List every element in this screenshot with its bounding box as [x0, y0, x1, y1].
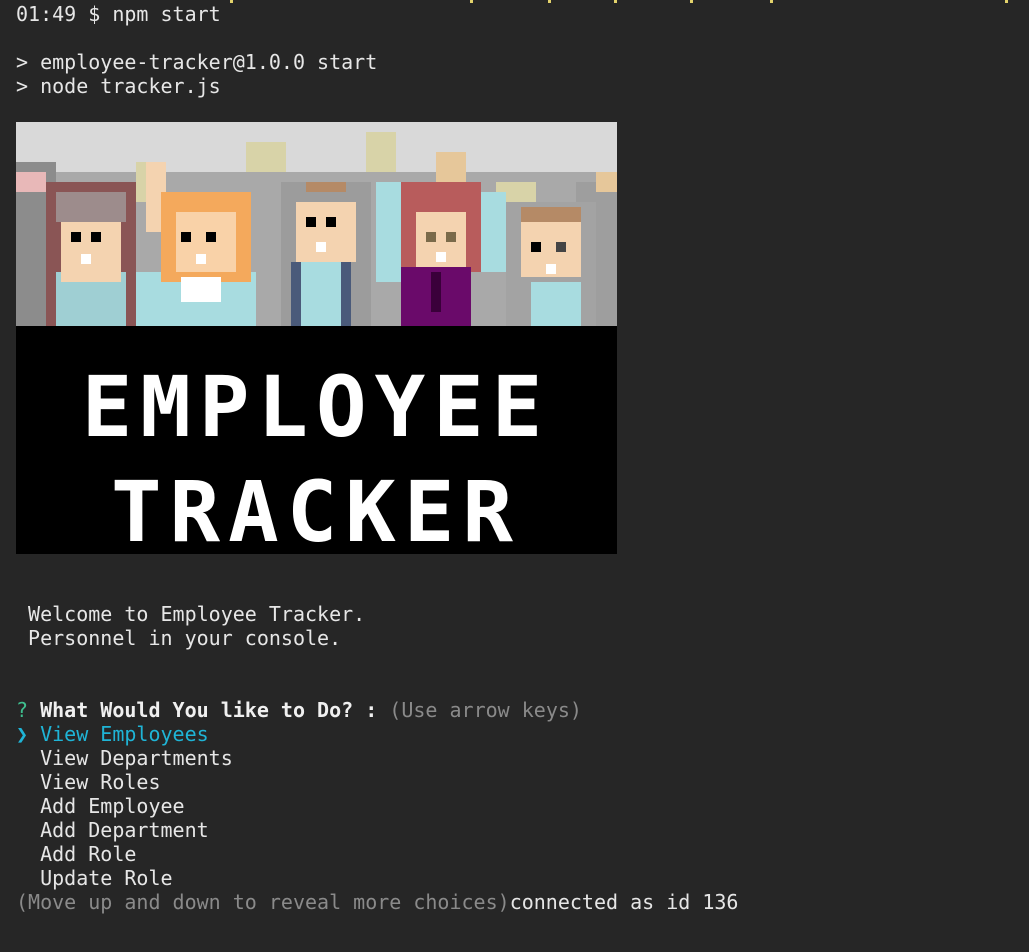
menu-item-label: View Departments [40, 746, 233, 770]
npm-output-line-1: > employee-tracker@1.0.0 start [16, 50, 378, 74]
menu-item-label: Add Role [40, 842, 137, 866]
person-1 [46, 182, 136, 326]
menu-item-label: Add Employee [40, 794, 185, 818]
npm-output-line-2: > node tracker.js [16, 74, 221, 98]
menu-item-label: View Roles [40, 770, 161, 794]
menu-item-view-employees[interactable]: ❯ View Employees [16, 722, 209, 746]
footer-line: (Move up and down to reveal more choices… [16, 890, 738, 914]
question-mark-icon: ? [16, 698, 29, 722]
menu-item-add-employee[interactable]: Add Employee [16, 794, 185, 818]
menu-item-update-role[interactable]: Update Role [16, 866, 173, 890]
banner-title-line-1: EMPLOYEE [82, 358, 551, 456]
crowd-pixel-art [16, 132, 617, 326]
menu-item-add-department[interactable]: Add Department [16, 818, 209, 842]
employee-tracker-banner: EMPLOYEE TRACKER [16, 122, 617, 561]
menu-item-label: View Employees [40, 722, 209, 746]
banner-title-text: EMPLOYEE TRACKER [82, 358, 551, 561]
person-3 [281, 182, 371, 326]
person-5 [506, 202, 596, 326]
question-text: What Would You like to Do? : [40, 698, 378, 722]
banner-crowd-illustration [16, 122, 617, 326]
welcome-line-1: Welcome to Employee Tracker. [16, 602, 366, 626]
menu-item-label: Update Role [40, 866, 173, 890]
shell-prompt-line: 01:49 $ npm start [16, 2, 221, 26]
banner-title-plate: EMPLOYEE TRACKER [16, 326, 617, 561]
prompt-question: ? What Would You like to Do? : (Use arro… [16, 698, 582, 722]
menu-item-label: Add Department [40, 818, 209, 842]
welcome-line-2: Personnel in your console. [16, 626, 342, 650]
menu-item-add-role[interactable]: Add Role [16, 842, 136, 866]
connection-status: connected as id 136 [509, 890, 739, 914]
pointer-icon: ❯ [16, 722, 29, 746]
menu-item-view-departments[interactable]: View Departments [16, 746, 233, 770]
scroll-hint: (Move up and down to reveal more choices… [16, 890, 510, 914]
banner-title-line-2: TRACKER [111, 463, 521, 554]
menu-item-view-roles[interactable]: View Roles [16, 770, 161, 794]
question-hint: (Use arrow keys) [389, 698, 582, 722]
